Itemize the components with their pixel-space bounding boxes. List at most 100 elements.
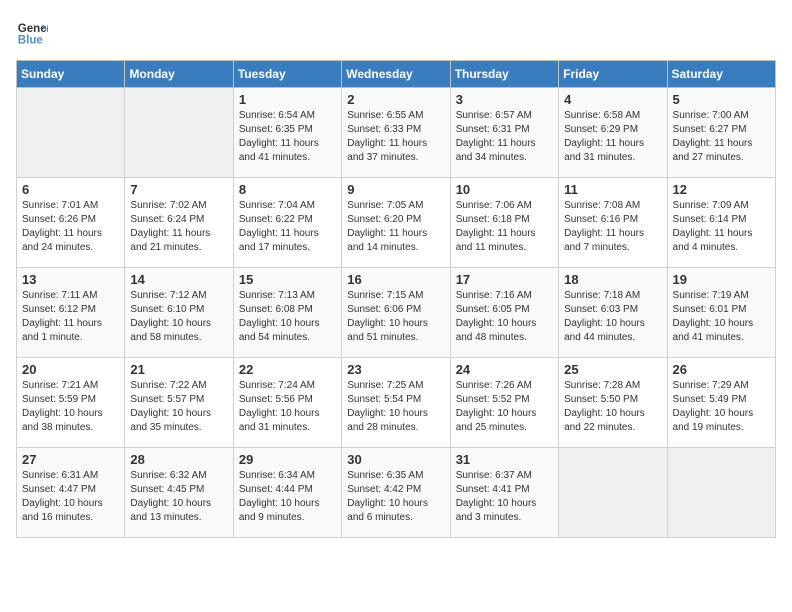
day-info: Sunrise: 6:35 AM Sunset: 4:42 PM Dayligh… — [347, 469, 444, 525]
calendar-cell — [125, 88, 233, 178]
calendar-cell: 3 Sunrise: 6:57 AM Sunset: 6:31 PM Daylig… — [450, 88, 558, 178]
weekday-header: Wednesday — [342, 61, 450, 88]
day-info: Sunrise: 6:54 AM Sunset: 6:35 PM Dayligh… — [239, 109, 336, 165]
day-info: Sunrise: 6:58 AM Sunset: 6:29 PM Dayligh… — [564, 109, 661, 165]
day-number: 15 — [239, 272, 336, 287]
calendar-cell: 23 Sunrise: 7:25 AM Sunset: 5:54 PM Dayli… — [342, 358, 450, 448]
day-info: Sunrise: 7:06 AM Sunset: 6:18 PM Dayligh… — [456, 199, 553, 255]
calendar-week-row: 1 Sunrise: 6:54 AM Sunset: 6:35 PM Daylig… — [17, 88, 776, 178]
logo-icon: General Blue — [16, 16, 48, 48]
day-number: 28 — [130, 452, 227, 467]
calendar-cell: 22Sunrise: 7:24 AM Sunset: 5:56 PM Dayli… — [233, 358, 341, 448]
day-info: Sunrise: 6:37 AM Sunset: 4:41 PM Dayligh… — [456, 469, 553, 525]
day-number: 19 — [673, 272, 770, 287]
day-info: Sunrise: 7:19 AM Sunset: 6:01 PM Dayligh… — [673, 289, 770, 345]
calendar-cell: 19 Sunrise: 7:19 AM Sunset: 6:01 PM Dayli… — [667, 268, 775, 358]
calendar-cell: 13Sunrise: 7:11 AM Sunset: 6:12 PM Dayli… — [17, 268, 125, 358]
calendar-week-row: 13Sunrise: 7:11 AM Sunset: 6:12 PM Dayli… — [17, 268, 776, 358]
day-info: Sunrise: 7:11 AM Sunset: 6:12 PM Dayligh… — [22, 289, 119, 345]
svg-text:Blue: Blue — [18, 35, 44, 47]
day-number: 24 — [456, 362, 553, 377]
calendar-cell: 20Sunrise: 7:21 AM Sunset: 5:59 PM Dayli… — [17, 358, 125, 448]
day-info: Sunrise: 7:24 AM Sunset: 5:56 PM Dayligh… — [239, 379, 336, 435]
calendar-cell: 12 Sunrise: 7:09 AM Sunset: 6:14 PM Dayli… — [667, 178, 775, 268]
day-info: Sunrise: 7:22 AM Sunset: 5:57 PM Dayligh… — [130, 379, 227, 435]
day-number: 16 — [347, 272, 444, 287]
calendar-cell — [559, 448, 667, 538]
calendar-cell: 2 Sunrise: 6:55 AM Sunset: 6:33 PM Daylig… — [342, 88, 450, 178]
calendar-cell — [17, 88, 125, 178]
day-number: 7 — [130, 182, 227, 197]
calendar-cell: 27Sunrise: 6:31 AM Sunset: 4:47 PM Dayli… — [17, 448, 125, 538]
day-info: Sunrise: 6:55 AM Sunset: 6:33 PM Dayligh… — [347, 109, 444, 165]
weekday-header: Friday — [559, 61, 667, 88]
weekday-header: Monday — [125, 61, 233, 88]
day-info: Sunrise: 7:09 AM Sunset: 6:14 PM Dayligh… — [673, 199, 770, 255]
day-number: 27 — [22, 452, 119, 467]
calendar-week-row: 20Sunrise: 7:21 AM Sunset: 5:59 PM Dayli… — [17, 358, 776, 448]
calendar-cell: 31 Sunrise: 6:37 AM Sunset: 4:41 PM Dayli… — [450, 448, 558, 538]
calendar-cell: 21 Sunrise: 7:22 AM Sunset: 5:57 PM Dayli… — [125, 358, 233, 448]
day-info: Sunrise: 7:15 AM Sunset: 6:06 PM Dayligh… — [347, 289, 444, 345]
day-info: Sunrise: 6:32 AM Sunset: 4:45 PM Dayligh… — [130, 469, 227, 525]
calendar-cell: 26 Sunrise: 7:29 AM Sunset: 5:49 PM Dayli… — [667, 358, 775, 448]
weekday-header: Sunday — [17, 61, 125, 88]
calendar-cell: 11 Sunrise: 7:08 AM Sunset: 6:16 PM Dayli… — [559, 178, 667, 268]
day-info: Sunrise: 7:25 AM Sunset: 5:54 PM Dayligh… — [347, 379, 444, 435]
day-info: Sunrise: 7:05 AM Sunset: 6:20 PM Dayligh… — [347, 199, 444, 255]
calendar-cell: 24 Sunrise: 7:26 AM Sunset: 5:52 PM Dayli… — [450, 358, 558, 448]
weekday-header: Thursday — [450, 61, 558, 88]
calendar-cell: 18 Sunrise: 7:18 AM Sunset: 6:03 PM Dayli… — [559, 268, 667, 358]
day-number: 21 — [130, 362, 227, 377]
day-info: Sunrise: 7:12 AM Sunset: 6:10 PM Dayligh… — [130, 289, 227, 345]
day-number: 2 — [347, 92, 444, 107]
day-number: 1 — [239, 92, 336, 107]
day-number: 30 — [347, 452, 444, 467]
calendar-body: 1 Sunrise: 6:54 AM Sunset: 6:35 PM Daylig… — [17, 88, 776, 538]
day-number: 5 — [673, 92, 770, 107]
day-number: 25 — [564, 362, 661, 377]
day-info: Sunrise: 7:00 AM Sunset: 6:27 PM Dayligh… — [673, 109, 770, 165]
calendar-cell: 5 Sunrise: 7:00 AM Sunset: 6:27 PM Daylig… — [667, 88, 775, 178]
day-number: 12 — [673, 182, 770, 197]
calendar-cell: 8Sunrise: 7:04 AM Sunset: 6:22 PM Daylig… — [233, 178, 341, 268]
calendar-week-row: 6 Sunrise: 7:01 AM Sunset: 6:26 PM Daylig… — [17, 178, 776, 268]
weekday-header: Tuesday — [233, 61, 341, 88]
svg-text:General: General — [18, 23, 48, 35]
calendar-cell: 9Sunrise: 7:05 AM Sunset: 6:20 PM Daylig… — [342, 178, 450, 268]
day-info: Sunrise: 7:26 AM Sunset: 5:52 PM Dayligh… — [456, 379, 553, 435]
day-number: 11 — [564, 182, 661, 197]
day-info: Sunrise: 6:34 AM Sunset: 4:44 PM Dayligh… — [239, 469, 336, 525]
day-info: Sunrise: 7:08 AM Sunset: 6:16 PM Dayligh… — [564, 199, 661, 255]
calendar-cell — [667, 448, 775, 538]
day-number: 31 — [456, 452, 553, 467]
calendar-cell: 4 Sunrise: 6:58 AM Sunset: 6:29 PM Daylig… — [559, 88, 667, 178]
calendar-cell: 30 Sunrise: 6:35 AM Sunset: 4:42 PM Dayli… — [342, 448, 450, 538]
day-info: Sunrise: 7:16 AM Sunset: 6:05 PM Dayligh… — [456, 289, 553, 345]
day-info: Sunrise: 7:18 AM Sunset: 6:03 PM Dayligh… — [564, 289, 661, 345]
calendar-week-row: 27Sunrise: 6:31 AM Sunset: 4:47 PM Dayli… — [17, 448, 776, 538]
day-info: Sunrise: 7:29 AM Sunset: 5:49 PM Dayligh… — [673, 379, 770, 435]
day-number: 10 — [456, 182, 553, 197]
day-number: 17 — [456, 272, 553, 287]
day-number: 23 — [347, 362, 444, 377]
day-info: Sunrise: 6:57 AM Sunset: 6:31 PM Dayligh… — [456, 109, 553, 165]
calendar-cell: 1 Sunrise: 6:54 AM Sunset: 6:35 PM Daylig… — [233, 88, 341, 178]
day-number: 6 — [22, 182, 119, 197]
calendar-cell: 29Sunrise: 6:34 AM Sunset: 4:44 PM Dayli… — [233, 448, 341, 538]
day-info: Sunrise: 7:02 AM Sunset: 6:24 PM Dayligh… — [130, 199, 227, 255]
day-info: Sunrise: 7:21 AM Sunset: 5:59 PM Dayligh… — [22, 379, 119, 435]
day-info: Sunrise: 7:01 AM Sunset: 6:26 PM Dayligh… — [22, 199, 119, 255]
calendar-cell: 10 Sunrise: 7:06 AM Sunset: 6:18 PM Dayli… — [450, 178, 558, 268]
day-number: 8 — [239, 182, 336, 197]
day-number: 3 — [456, 92, 553, 107]
day-number: 18 — [564, 272, 661, 287]
calendar-header: SundayMondayTuesdayWednesdayThursdayFrid… — [17, 61, 776, 88]
calendar-cell: 15Sunrise: 7:13 AM Sunset: 6:08 PM Dayli… — [233, 268, 341, 358]
day-number: 4 — [564, 92, 661, 107]
calendar-cell: 28 Sunrise: 6:32 AM Sunset: 4:45 PM Dayli… — [125, 448, 233, 538]
calendar-cell: 6 Sunrise: 7:01 AM Sunset: 6:26 PM Daylig… — [17, 178, 125, 268]
calendar-cell: 14Sunrise: 7:12 AM Sunset: 6:10 PM Dayli… — [125, 268, 233, 358]
day-number: 26 — [673, 362, 770, 377]
calendar-cell: 25Sunrise: 7:28 AM Sunset: 5:50 PM Dayli… — [559, 358, 667, 448]
